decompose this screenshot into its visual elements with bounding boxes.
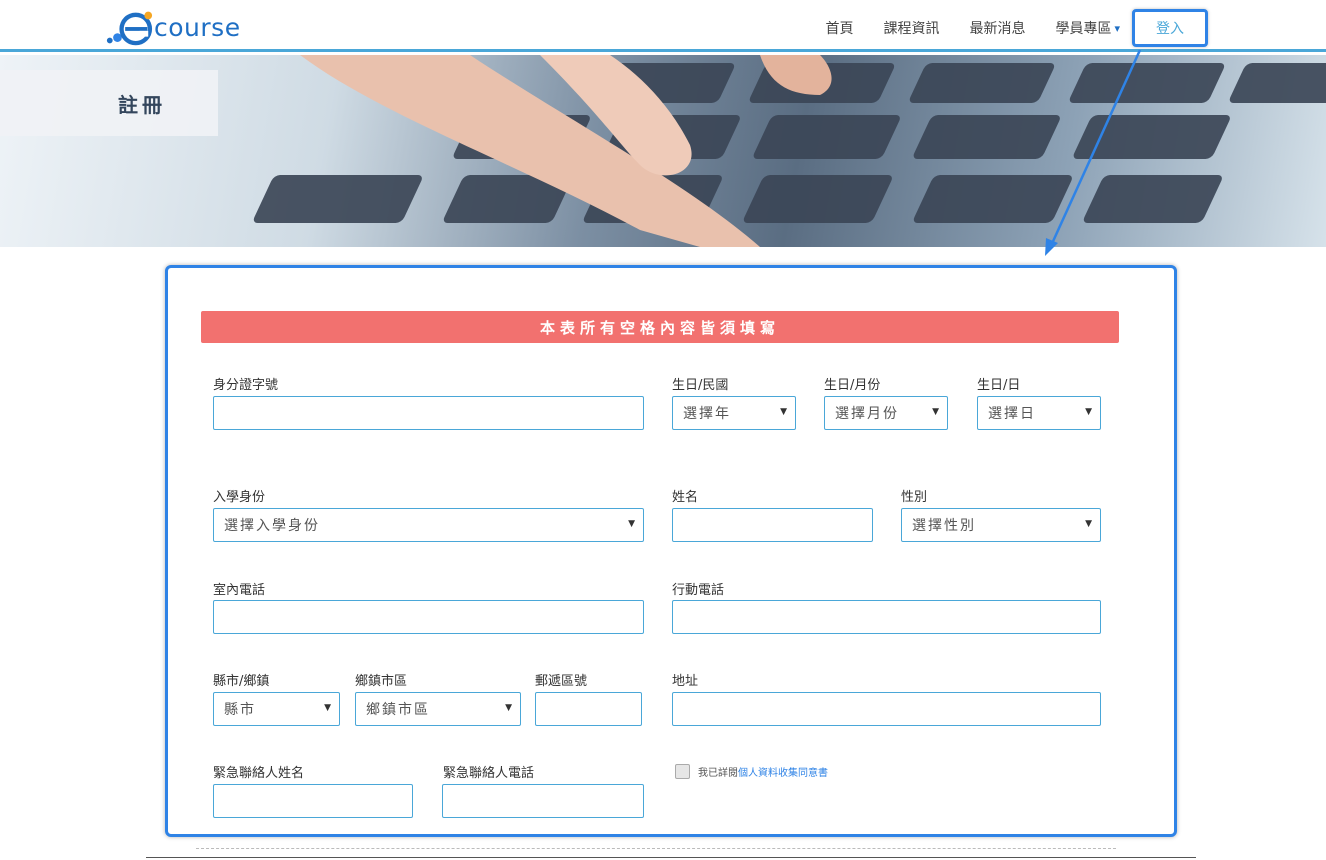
home-phone-input[interactable] (213, 600, 644, 634)
privacy-consent-link[interactable]: 個人資料收集同意書 (738, 764, 828, 779)
nav-courses[interactable]: 課程資訊 (883, 18, 939, 38)
nav-student-area[interactable]: 學員專區 ▾ (1055, 18, 1120, 38)
dropdown-arrow-icon: ▼ (324, 703, 331, 713)
zip-label: 郵遞區號 (535, 674, 588, 689)
birth-day-label: 生日/日 (977, 378, 1021, 393)
caret-down-icon: ▾ (1114, 21, 1120, 35)
address-label: 地址 (672, 674, 699, 689)
city-select[interactable]: 縣市 ▼ (213, 692, 340, 726)
birth-month-select[interactable]: 選擇月份 ▼ (824, 396, 948, 430)
dropdown-arrow-icon: ▼ (505, 703, 512, 713)
city-value: 縣市 (224, 702, 256, 718)
home-phone-label: 室內電話 (213, 583, 266, 598)
page-title-box: 註冊 (0, 70, 218, 136)
page-title: 註冊 (118, 92, 166, 117)
consent-row: 我已詳閱 個人資料收集同意書 (675, 764, 828, 779)
mobile-phone-label: 行動電話 (672, 583, 725, 598)
district-select[interactable]: 鄉鎮市區 ▼ (355, 692, 521, 726)
emergency-name-input[interactable] (213, 784, 413, 818)
consent-prefix: 我已詳閱 (698, 768, 738, 779)
site-header: course 首頁 課程資訊 最新消息 學員專區 ▾ 登入 (0, 0, 1326, 52)
main-nav: 首頁 課程資訊 最新消息 學員專區 ▾ 登入 (795, 8, 1208, 48)
name-input[interactable] (672, 508, 873, 542)
district-label: 鄉鎮市區 (355, 674, 408, 689)
gender-select[interactable]: 選擇性別 ▼ (901, 508, 1101, 542)
id-number-input[interactable] (213, 396, 644, 430)
gender-label: 性別 (901, 490, 928, 505)
birth-month-label: 生日/月份 (824, 378, 881, 393)
dropdown-arrow-icon: ▼ (1085, 407, 1092, 417)
nav-home[interactable]: 首頁 (825, 18, 853, 38)
enroll-status-select[interactable]: 選擇入學身份 ▼ (213, 508, 644, 542)
enroll-status-value: 選擇入學身份 (224, 518, 320, 534)
birth-day-select[interactable]: 選擇日 ▼ (977, 396, 1101, 430)
birth-day-value: 選擇日 (988, 406, 1036, 422)
id-number-label: 身分證字號 (213, 378, 279, 393)
nav-student-area-label: 學員專區 (1055, 21, 1112, 37)
registration-form: 本表所有空格內容皆須填寫 身分證字號 生日/民國 選擇年 ▼ 生日/月份 選擇月… (165, 265, 1177, 837)
login-button[interactable]: 登入 (1132, 9, 1208, 47)
required-notice-banner: 本表所有空格內容皆須填寫 (201, 311, 1119, 343)
logo-text: course (154, 12, 241, 42)
dropdown-arrow-icon: ▼ (1085, 519, 1092, 529)
nav-news[interactable]: 最新消息 (969, 18, 1025, 38)
birth-year-select[interactable]: 選擇年 ▼ (672, 396, 796, 430)
emergency-phone-label: 緊急聯絡人電話 (443, 766, 535, 781)
birth-month-value: 選擇月份 (835, 406, 899, 422)
ecourse-logo-icon (106, 11, 153, 46)
zip-input[interactable] (535, 692, 642, 726)
city-label: 縣市/鄉鎮 (213, 674, 270, 689)
enroll-status-label: 入學身份 (213, 490, 266, 505)
birth-year-label: 生日/民國 (672, 378, 729, 393)
emergency-phone-input[interactable] (442, 784, 644, 818)
hero-banner: 註冊 (0, 55, 1326, 247)
birth-year-value: 選擇年 (683, 406, 731, 422)
footer-divider (146, 857, 1196, 858)
district-value: 鄉鎮市區 (366, 702, 430, 718)
dropdown-arrow-icon: ▼ (628, 519, 635, 529)
dropdown-arrow-icon: ▼ (780, 407, 787, 417)
name-label: 姓名 (672, 490, 699, 505)
address-input[interactable] (672, 692, 1101, 726)
dropdown-arrow-icon: ▼ (932, 407, 939, 417)
consent-checkbox[interactable] (675, 764, 690, 779)
emergency-name-label: 緊急聯絡人姓名 (213, 766, 305, 781)
ecourse-logo[interactable]: course (104, 8, 241, 48)
gender-value: 選擇性別 (912, 518, 976, 534)
footer-divider-dashed (196, 848, 1116, 849)
mobile-phone-input[interactable] (672, 600, 1101, 634)
